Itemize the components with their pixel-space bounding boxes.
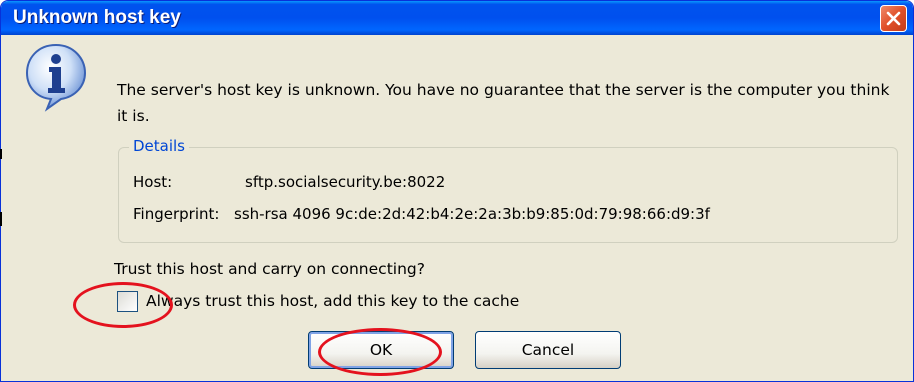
info-icon (25, 43, 87, 112)
fingerprint-value: ssh-rsa 4096 9c:de:2d:42:b4:2e:2a:3b:b9:… (234, 205, 710, 223)
close-icon (886, 11, 901, 26)
warning-message: The server's host key is unknown. You ha… (117, 81, 890, 125)
title-bar[interactable]: Unknown host key (1, 1, 913, 35)
edge-mark (0, 212, 2, 226)
host-label: Host: (133, 173, 173, 191)
edge-mark (0, 149, 2, 159)
always-trust-checkbox[interactable] (117, 291, 138, 312)
trust-prompt: Trust this host and carry on connecting? (114, 260, 425, 278)
details-legend: Details (129, 137, 190, 155)
host-value: sftp.socialsecurity.be:8022 (245, 173, 446, 191)
details-groupbox (118, 147, 898, 243)
close-button[interactable] (880, 5, 907, 32)
dialog-title: Unknown host key (13, 7, 181, 28)
always-trust-label[interactable]: Always trust this host, add this key to … (146, 292, 519, 310)
cancel-button[interactable]: Cancel (475, 331, 621, 369)
fingerprint-label: Fingerprint: (133, 205, 220, 223)
ok-button[interactable]: OK (308, 331, 454, 369)
unknown-host-key-dialog: Unknown host key The server's host key i… (0, 0, 914, 382)
